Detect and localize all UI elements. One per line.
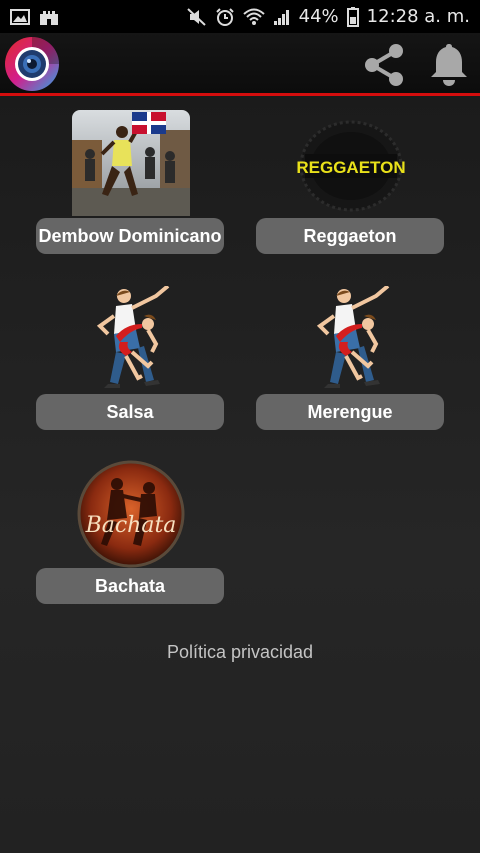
notifications-button[interactable]	[428, 41, 470, 87]
bachata-label: Bachata	[94, 575, 166, 596]
genre-tile-salsa[interactable]: Salsa	[36, 284, 226, 431]
privacy-policy-link[interactable]: Política privacidad	[0, 642, 480, 663]
reggaeton-button[interactable]: Reggaeton	[256, 218, 444, 254]
merengue-label: Merengue	[307, 401, 393, 422]
bachata-badge-icon: Bachata	[77, 460, 185, 568]
genre-tile-reggaeton[interactable]: REGGAETON Reggaeton	[256, 110, 446, 255]
reggaeton-label: Reggaeton	[303, 225, 397, 246]
signal-icon	[273, 9, 291, 25]
genre-tile-bachata[interactable]: Bachata Bachata	[36, 460, 226, 605]
genre-grid: Dembow Dominicano REGGAETON Reggaeton Sa…	[0, 96, 480, 853]
share-icon	[365, 44, 403, 86]
dembow-label: Dembow Dominicano	[38, 225, 222, 246]
dembow-button[interactable]: Dembow Dominicano	[36, 218, 224, 254]
mute-icon	[186, 7, 207, 26]
salsa-button[interactable]: Salsa	[36, 394, 224, 430]
battery-icon	[346, 6, 359, 27]
camera-lens-logo-icon	[2, 35, 62, 93]
bell-icon	[431, 44, 467, 86]
salsa-label: Salsa	[106, 401, 154, 422]
gallery-notification-icon	[10, 8, 30, 25]
share-button[interactable]	[360, 41, 408, 89]
app-bar	[0, 33, 480, 96]
alarm-icon	[215, 7, 235, 27]
castle-notification-icon	[38, 8, 60, 26]
battery-percent: 44%	[298, 6, 339, 27]
wifi-icon	[242, 8, 265, 26]
reggaeton-badge-icon: REGGAETON	[296, 118, 406, 214]
genre-tile-dembow[interactable]: Dembow Dominicano	[36, 110, 226, 255]
clock: 12:28 a. m.	[366, 6, 470, 27]
status-bar: 44% 12:28 a. m.	[0, 0, 480, 33]
dancing-couple-icon	[306, 284, 396, 394]
merengue-button[interactable]: Merengue	[256, 394, 444, 430]
bachata-badge-text: Bachata	[85, 513, 177, 538]
dembow-photo-icon	[72, 110, 190, 216]
genre-tile-merengue[interactable]: Merengue	[256, 284, 446, 431]
reggaeton-badge-text: REGGAETON	[297, 158, 405, 177]
dancing-couple-icon	[86, 284, 176, 394]
bachata-button[interactable]: Bachata	[36, 568, 224, 604]
